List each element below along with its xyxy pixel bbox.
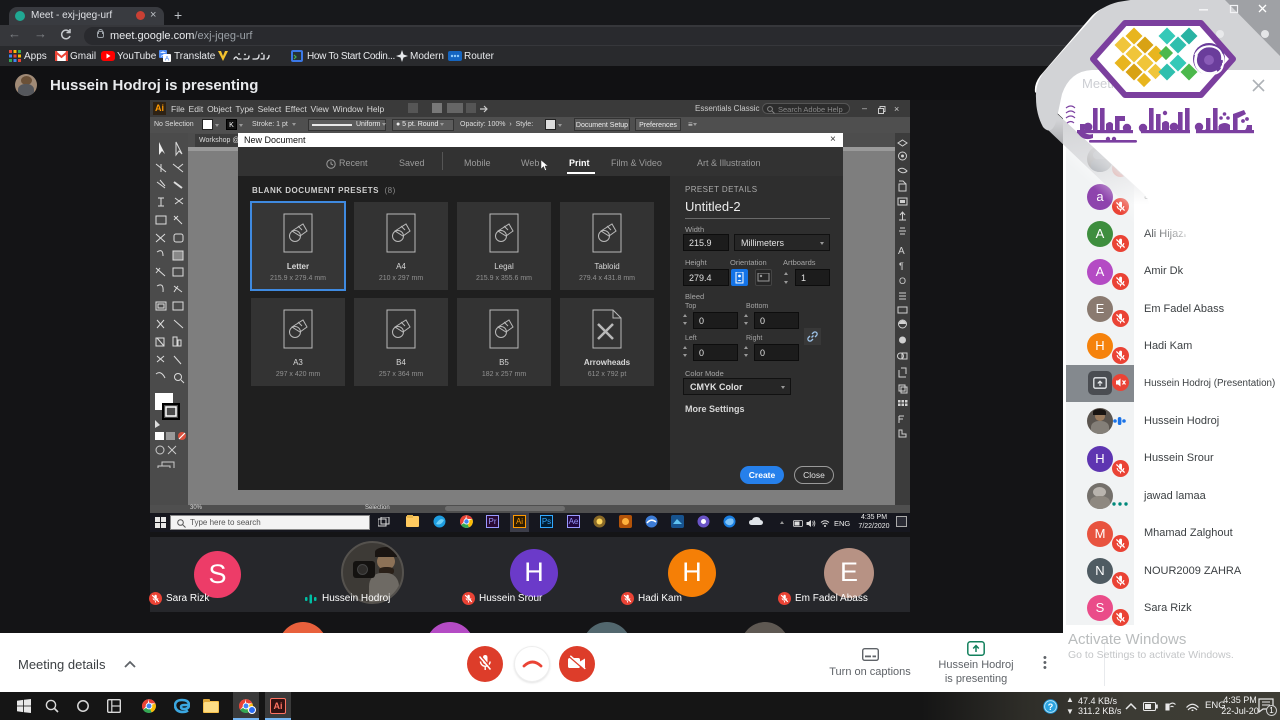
svg-text:¶: ¶	[899, 261, 904, 271]
svg-text:A: A	[898, 246, 905, 257]
svg-text:B4: B4	[396, 358, 406, 367]
svg-text:B5: B5	[499, 358, 509, 367]
svg-text:182 x 257 mm: 182 x 257 mm	[482, 371, 527, 378]
svg-text:A: A	[165, 56, 170, 63]
svg-text:279.4 x 431.8 mm: 279.4 x 431.8 mm	[579, 275, 635, 282]
svg-text:612 x 792 pt: 612 x 792 pt	[588, 371, 627, 378]
svg-text:Letter: Letter	[287, 262, 309, 271]
svg-text:A3: A3	[293, 358, 303, 367]
svg-text:215.9 x 355.6 mm: 215.9 x 355.6 mm	[476, 275, 532, 282]
svg-text:Arrowheads: Arrowheads	[584, 358, 631, 367]
svg-text:O: O	[899, 276, 906, 286]
svg-text:A4: A4	[396, 262, 406, 271]
svg-text:215.9 x 279.4 mm: 215.9 x 279.4 mm	[270, 275, 326, 282]
svg-text:Legal: Legal	[494, 262, 514, 271]
svg-text:?: ?	[1048, 702, 1054, 712]
svg-text:Tabloid: Tabloid	[594, 262, 619, 271]
svg-text:210 x 297 mm: 210 x 297 mm	[379, 275, 424, 282]
svg-text:257 x 364 mm: 257 x 364 mm	[379, 371, 424, 378]
svg-text:297 x 420 mm: 297 x 420 mm	[276, 371, 321, 378]
